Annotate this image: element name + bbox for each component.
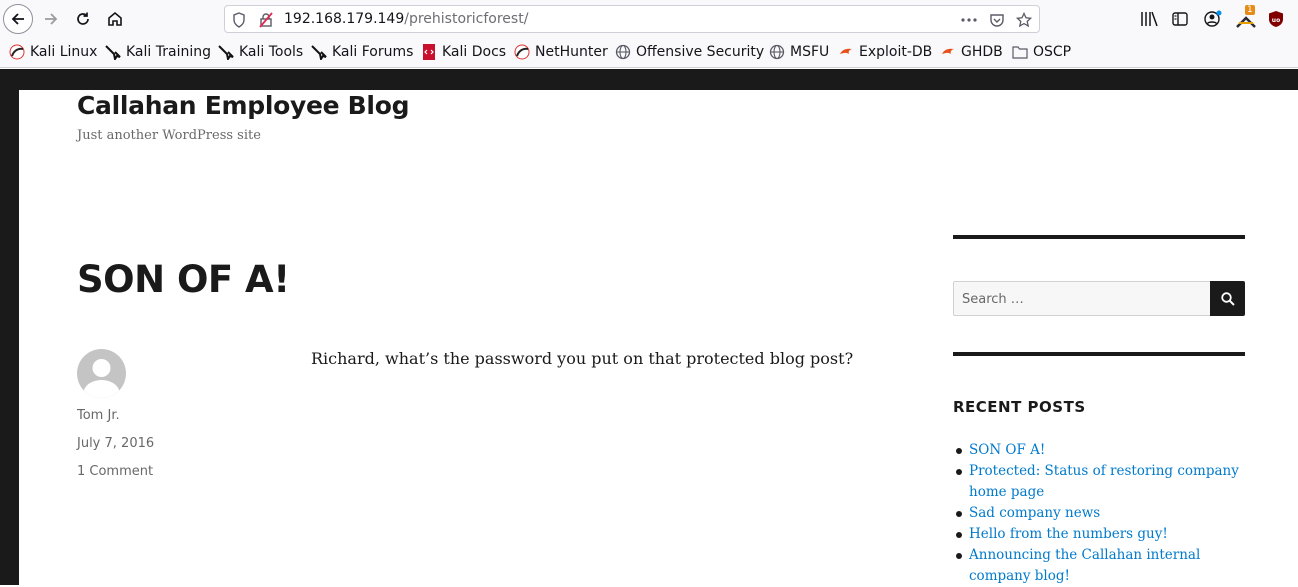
bookmark-label: Kali Training [126,44,211,60]
post-author[interactable]: Tom Jr. [77,408,120,423]
nethunter-icon [514,44,530,60]
tracking-shield-icon[interactable] [232,12,246,28]
kali-dragon-icon [9,44,25,60]
page-frame: Callahan Employee Blog Just another Word… [0,69,1298,585]
bookmark-kali-training[interactable]: Kali Training [105,44,211,60]
bookmark-label: Kali Tools [239,44,304,60]
bookmark-ghdb[interactable]: GHDB [940,44,1003,60]
folder-icon [1012,44,1028,60]
back-button[interactable] [3,4,33,34]
site-description: Just another WordPress site [77,128,261,143]
recent-post-link[interactable]: Hello from the numbers guy! [953,524,1245,545]
recent-posts-list: SON OF A! Protected: Status of restoring… [953,440,1245,587]
globe-icon [615,44,631,60]
reload-button[interactable] [68,4,98,34]
library-icon[interactable] [1140,11,1158,27]
recent-post-text: Announcing the Callahan internal [969,547,1201,563]
bookmark-label: Kali Linux [30,44,98,60]
bookmark-label: Kali Forums [332,44,414,60]
recent-post-text: Hello from the numbers guy! [969,526,1168,542]
bookmark-label: NetHunter [535,44,608,60]
default-user-icon [83,359,120,398]
bookmark-msfu[interactable]: MSFU [769,44,829,60]
kali-dragon-icon [105,44,121,60]
bookmark-star-icon[interactable] [1016,12,1032,28]
insecure-connection-icon[interactable] [258,12,274,28]
page-actions-icon[interactable] [961,18,977,22]
bookmark-kali-docs[interactable]: Kali Docs [421,44,506,60]
kali-dragon-icon [311,44,327,60]
search-input[interactable]: Search … [953,281,1211,316]
post-content: Richard, what’s the password you put on … [311,349,854,368]
url-text[interactable]: 192.168.179.149/prehistoricforest/ [284,11,528,27]
pocket-icon[interactable] [989,12,1005,28]
bookmark-nethunter[interactable]: NetHunter [514,44,608,60]
search-button[interactable] [1210,281,1245,316]
bookmark-label: Exploit-DB [859,44,933,60]
ublock-origin-icon[interactable]: uo [1268,10,1284,28]
bookmarks-toolbar: Kali Linux Kali Training Kali Tools Kali… [0,38,1298,68]
recent-post-text: Protected: Status of restoring company [969,463,1239,479]
post-comments-link[interactable]: 1 Comment [77,464,153,479]
back-arrow-icon [11,13,24,25]
exploitdb-icon [940,44,956,60]
recent-post-text: SON OF A! [969,442,1046,458]
recent-post-link[interactable]: Sad company news [953,503,1245,524]
post-title: SON OF A! [77,258,290,301]
globe-icon [769,44,785,60]
url-path: /prehistoricforest/ [404,11,529,27]
bookmark-label: GHDB [961,44,1003,60]
forward-button[interactable] [36,4,66,34]
kali-dragon-icon [218,44,234,60]
bookmark-folder-oscp[interactable]: OSCP [1012,44,1071,60]
forward-arrow-icon [45,13,58,25]
home-icon [108,11,122,26]
browser-toolbar: 192.168.179.149/prehistoricforest/ 1 uo [0,0,1298,38]
recent-posts-title: RECENT POSTS [953,398,1086,416]
bookmark-exploit-db[interactable]: Exploit-DB [838,44,932,60]
url-host: 192.168.179.149 [284,11,405,27]
reload-icon [77,12,89,25]
svg-text:uo: uo [1272,17,1280,24]
sidebar-toggle-icon[interactable] [1172,11,1188,27]
bookmark-kali-tools[interactable]: Kali Tools [218,44,303,60]
post-date[interactable]: July 7, 2016 [77,436,154,451]
extension-icon [1236,16,1256,28]
extension-button[interactable]: 1 [1236,5,1258,29]
recent-post-link[interactable]: Announcing the Callahan internal company … [953,545,1245,587]
bookmark-kali-linux[interactable]: Kali Linux [9,44,97,60]
bookmark-kali-forums[interactable]: Kali Forums [311,44,413,60]
bookmark-offensive-security[interactable]: Offensive Security [615,44,764,60]
account-icon[interactable] [1204,10,1222,28]
kali-docs-icon [421,44,437,60]
recent-post-text: Sad company news [969,505,1101,521]
bookmark-label: Offensive Security [636,44,765,60]
site-title[interactable]: Callahan Employee Blog [77,91,409,120]
recent-post-link[interactable]: SON OF A! [953,440,1245,461]
search-icon [1220,291,1235,306]
address-bar[interactable]: 192.168.179.149/prehistoricforest/ [224,5,1040,33]
bookmark-label: Kali Docs [442,44,507,60]
avatar [77,349,126,398]
widget-divider [953,352,1245,356]
page-body: Callahan Employee Blog Just another Word… [19,90,1298,585]
bookmark-label: MSFU [790,44,830,60]
home-button[interactable] [100,4,130,34]
exploitdb-icon [838,44,854,60]
recent-post-text: home page [969,484,1045,500]
extension-badge: 1 [1245,5,1255,15]
widget-divider [953,235,1245,239]
bookmark-label: OSCP [1033,44,1072,60]
recent-post-link[interactable]: Protected: Status of restoring company ho… [953,461,1245,503]
recent-post-text: company blog! [969,568,1070,584]
